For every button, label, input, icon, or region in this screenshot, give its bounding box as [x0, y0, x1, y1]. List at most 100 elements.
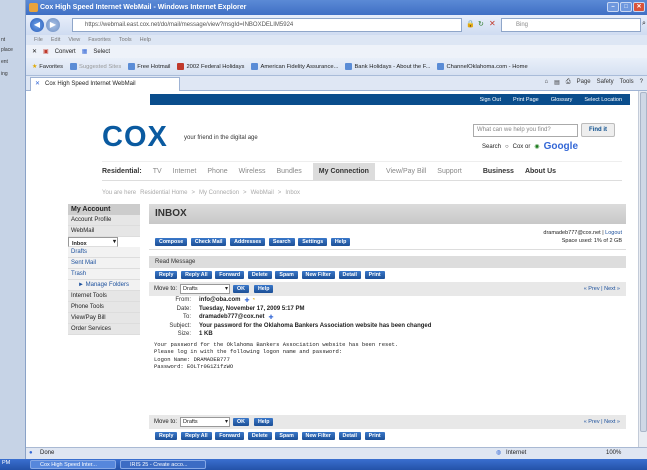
move-to-select[interactable]: Drafts: [180, 284, 231, 294]
detail-button[interactable]: Detail: [338, 431, 361, 440]
nav-phone[interactable]: Phone: [207, 168, 227, 175]
nav-business[interactable]: Business: [483, 168, 514, 175]
sidebar-item-trash[interactable]: Trash: [68, 269, 140, 280]
search-icon[interactable]: ⌕: [642, 20, 646, 28]
breadcrumb-webmail[interactable]: WebMail: [251, 190, 274, 196]
forward-button[interactable]: ▶: [46, 18, 60, 32]
radio-google[interactable]: ◉: [534, 143, 539, 150]
safety-menu[interactable]: Safety: [597, 79, 614, 86]
cox-logo[interactable]: COX: [102, 121, 168, 154]
compose-button[interactable]: Compose: [155, 238, 188, 246]
sidebar-item-inbox[interactable]: Inbox: [68, 237, 118, 247]
ok-button[interactable]: OK: [233, 285, 249, 293]
spam-button[interactable]: Spam: [275, 431, 298, 440]
sidebar-item-internet-tools[interactable]: Internet Tools: [68, 291, 140, 302]
sidebar-item-order-services[interactable]: Order Services: [68, 324, 140, 335]
site-search-input[interactable]: What can we help you find?: [473, 124, 578, 137]
menu-view[interactable]: View: [68, 37, 80, 43]
delete-button[interactable]: Delete: [247, 431, 272, 440]
fav-free-hotmail[interactable]: Free Hotmail: [128, 63, 170, 70]
nav-my-connection[interactable]: My Connection: [312, 162, 375, 180]
nav-internet[interactable]: Internet: [173, 168, 197, 175]
sidebar-item-phone-tools[interactable]: Phone Tools: [68, 302, 140, 313]
spam-icon[interactable]: ◔: [252, 297, 256, 303]
new-filter-button[interactable]: New Filter: [301, 271, 335, 279]
search-input[interactable]: Bing: [501, 18, 641, 32]
forward-button[interactable]: Forward: [215, 271, 245, 279]
taskbar-item-iris[interactable]: IRIS 25 - Create acco...: [120, 460, 206, 469]
nav-tv[interactable]: TV: [153, 168, 162, 175]
reply-button[interactable]: Reply: [155, 271, 178, 279]
address-bar[interactable]: https://webmail.east.cox.net/do/mail/mes…: [72, 18, 462, 32]
prev-link[interactable]: « Prev: [584, 419, 600, 425]
breadcrumb-residential[interactable]: Residential Home: [140, 190, 187, 196]
feeds-icon[interactable]: ▤: [554, 79, 560, 86]
help-button[interactable]: Help: [330, 238, 351, 246]
settings-button[interactable]: Settings: [298, 238, 328, 246]
start-button[interactable]: PM: [2, 460, 10, 466]
select-button[interactable]: Select: [93, 49, 110, 55]
convert-button[interactable]: Convert: [55, 49, 76, 55]
search-button[interactable]: Search: [268, 238, 295, 246]
menu-edit[interactable]: Edit: [51, 37, 60, 43]
reply-all-button[interactable]: Reply All: [181, 431, 212, 440]
move-to-select[interactable]: Drafts: [180, 416, 231, 427]
glossary-link[interactable]: Glossary: [551, 97, 573, 103]
sidebar-item-manage-folders[interactable]: ► Manage Folders: [68, 280, 140, 291]
spam-button[interactable]: Spam: [275, 271, 298, 279]
detail-button[interactable]: Detail: [338, 271, 361, 279]
next-link[interactable]: Next »: [604, 419, 620, 425]
close-button[interactable]: ✕: [633, 2, 645, 12]
print-button[interactable]: Print: [364, 431, 385, 440]
home-icon[interactable]: ⌂: [545, 79, 549, 86]
maximize-button[interactable]: □: [620, 2, 632, 12]
fav-federal-holidays[interactable]: 2002 Federal Holidays: [177, 63, 244, 70]
find-it-button[interactable]: Find it: [581, 123, 615, 137]
breadcrumb-my-connection[interactable]: My Connection: [199, 190, 239, 196]
tab-cox-webmail[interactable]: ✕ Cox High Speed Internet WebMail: [30, 77, 180, 91]
menu-file[interactable]: File: [34, 37, 43, 43]
delete-button[interactable]: Delete: [247, 271, 272, 279]
sign-out-link[interactable]: Sign Out: [480, 97, 501, 103]
menu-favorites[interactable]: Favorites: [88, 37, 111, 43]
scrollbar-thumb[interactable]: [640, 92, 647, 432]
sidebar-item-drafts[interactable]: Drafts: [68, 247, 140, 258]
print-page-link[interactable]: Print Page: [513, 97, 539, 103]
nav-bundles[interactable]: Bundles: [276, 168, 301, 175]
menu-tools[interactable]: Tools: [119, 37, 132, 43]
stop-icon[interactable]: ✕: [489, 19, 496, 28]
sidebar-item-view-pay-bill[interactable]: View/Pay Bill: [68, 313, 140, 324]
new-filter-button[interactable]: New Filter: [301, 431, 335, 440]
fav-bank-holidays[interactable]: Bank Holidays - About the F...: [345, 63, 430, 70]
vertical-scrollbar[interactable]: [638, 91, 647, 447]
page-menu[interactable]: Page: [577, 79, 591, 86]
help-button[interactable]: Help: [253, 285, 274, 293]
help-icon[interactable]: ?: [640, 79, 643, 86]
nav-about-us[interactable]: About Us: [525, 168, 556, 175]
sidebar-item-sent-mail[interactable]: Sent Mail: [68, 258, 140, 269]
nav-wireless[interactable]: Wireless: [239, 168, 266, 175]
ok-button[interactable]: OK: [233, 417, 249, 426]
reply-button[interactable]: Reply: [155, 431, 178, 440]
fav-american-fidelity[interactable]: American Fidelity Assurance...: [251, 63, 338, 70]
print-icon[interactable]: ⎙: [566, 79, 571, 86]
radio-cox[interactable]: ○: [505, 144, 509, 150]
check-mail-button[interactable]: Check Mail: [190, 238, 227, 246]
reply-all-button[interactable]: Reply All: [181, 271, 212, 279]
favorites-button[interactable]: ★ Favorites: [32, 64, 63, 70]
sidebar-item-webmail[interactable]: WebMail: [68, 226, 140, 237]
addresses-button[interactable]: Addresses: [230, 238, 266, 246]
add-contact-icon[interactable]: ✚: [245, 297, 250, 304]
menu-help[interactable]: Help: [140, 37, 151, 43]
help-button[interactable]: Help: [253, 417, 274, 426]
back-button[interactable]: ◀: [30, 18, 44, 32]
taskbar-item-cox[interactable]: Cox High Speed Inter...: [30, 460, 116, 469]
print-button[interactable]: Print: [364, 271, 385, 279]
prev-link[interactable]: « Prev: [584, 286, 600, 292]
next-link[interactable]: Next »: [604, 286, 620, 292]
logout-link[interactable]: Logout: [605, 230, 622, 236]
select-location-link[interactable]: Select Location: [584, 97, 622, 103]
tools-menu[interactable]: Tools: [620, 79, 634, 86]
minimize-button[interactable]: –: [607, 2, 619, 12]
zoom-level[interactable]: 100%: [606, 448, 621, 459]
